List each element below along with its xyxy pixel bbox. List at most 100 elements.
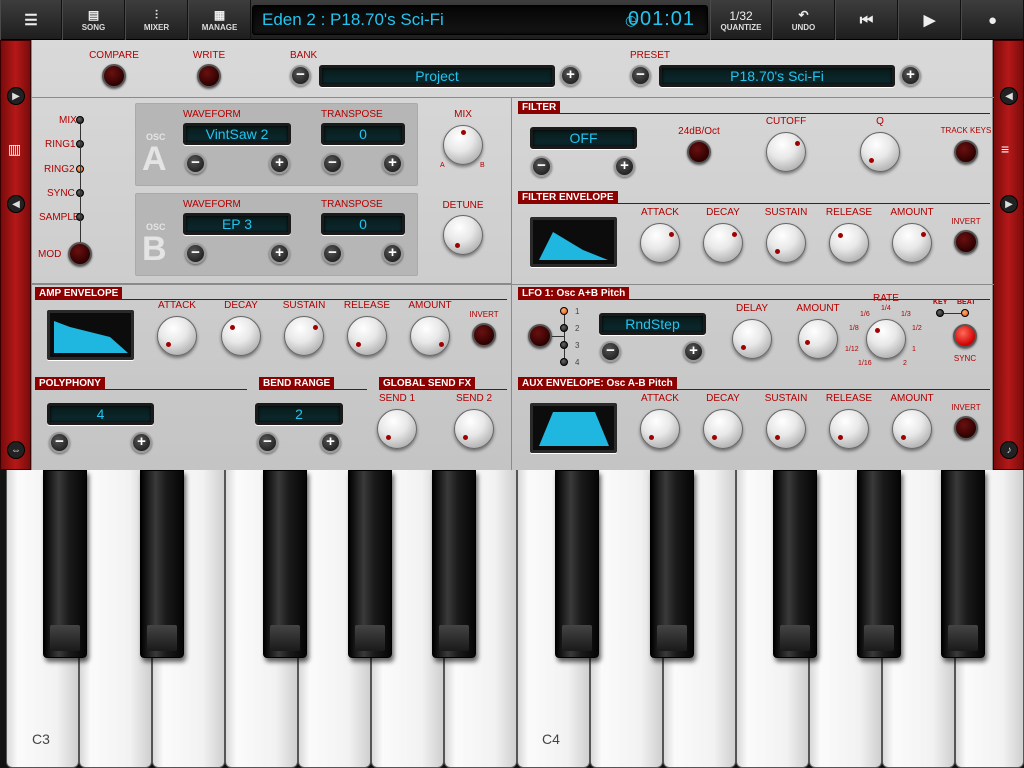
filter-attack-knob[interactable] xyxy=(640,223,680,263)
bend-range-plus[interactable]: + xyxy=(320,432,341,453)
bank-display[interactable]: Project xyxy=(319,65,555,87)
aux-invert-button[interactable] xyxy=(954,416,978,440)
amp-invert-button[interactable] xyxy=(472,323,496,347)
song-button[interactable]: ▤ SONG xyxy=(62,0,125,40)
bend-range-minus[interactable]: − xyxy=(257,432,278,453)
lfo-delay-knob[interactable] xyxy=(732,319,772,359)
lfo-rate-knob[interactable] xyxy=(866,319,906,359)
amp-env-display[interactable] xyxy=(47,310,134,360)
polyphony-display[interactable]: 4 xyxy=(47,403,154,425)
osc-b-waveform-minus[interactable]: − xyxy=(185,243,206,264)
lfo-select-button[interactable] xyxy=(528,324,552,348)
polyphony-minus[interactable]: − xyxy=(49,432,70,453)
aux-decay-knob[interactable] xyxy=(703,409,743,449)
preset-plus-button[interactable]: + xyxy=(900,65,921,86)
preset-display[interactable]: P18.70's Sci-Fi xyxy=(659,65,895,87)
polyphony-plus[interactable]: + xyxy=(131,432,152,453)
black-key[interactable] xyxy=(857,470,901,658)
bend-range-display[interactable]: 2 xyxy=(255,403,343,425)
filter-invert-button[interactable] xyxy=(954,230,978,254)
filter-mode-plus[interactable]: + xyxy=(614,156,635,177)
write-button[interactable] xyxy=(197,64,221,88)
black-key[interactable] xyxy=(941,470,985,658)
mod-button[interactable] xyxy=(68,242,92,266)
undo-button[interactable]: ↶ UNDO xyxy=(772,0,835,40)
black-key[interactable] xyxy=(650,470,694,658)
next-arrow-icon[interactable]: ▶ xyxy=(1000,195,1018,213)
osc-a-transpose-plus[interactable]: + xyxy=(382,153,403,174)
black-key[interactable] xyxy=(555,470,599,658)
bank-plus-button[interactable]: + xyxy=(560,65,581,86)
osc-a-waveform-display[interactable]: VintSaw 2 xyxy=(183,123,291,145)
aux-attack-knob[interactable] xyxy=(640,409,680,449)
quantize-button[interactable]: 1/32 QUANTIZE xyxy=(710,0,772,40)
amp-release-knob[interactable] xyxy=(347,316,387,356)
q-knob[interactable] xyxy=(860,132,900,172)
aux-env-display[interactable] xyxy=(530,403,617,453)
lfo-amount-knob[interactable] xyxy=(798,319,838,359)
black-key[interactable] xyxy=(140,470,184,658)
detune-knob[interactable] xyxy=(443,215,483,255)
play-button[interactable]: ▶ xyxy=(898,0,961,40)
osc-b-waveform-plus[interactable]: + xyxy=(269,243,290,264)
next-arrow-icon[interactable]: ▶ xyxy=(7,87,25,105)
lfo-slot-2-led[interactable] xyxy=(560,324,568,332)
filter-release-knob[interactable] xyxy=(829,223,869,263)
list-icon[interactable]: ≡ xyxy=(1001,141,1009,157)
rewind-button[interactable]: ⏮ xyxy=(835,0,898,40)
osc-b-waveform-display[interactable]: EP 3 xyxy=(183,213,291,235)
mix-knob[interactable] xyxy=(443,125,483,165)
osc-b-transpose-minus[interactable]: − xyxy=(322,243,343,264)
black-key[interactable] xyxy=(773,470,817,658)
black-key[interactable] xyxy=(432,470,476,658)
lcd-display[interactable]: Eden 2 : P18.70's Sci-Fi ◷ 001:01 xyxy=(252,5,708,35)
osc-b-transpose-plus[interactable]: + xyxy=(382,243,403,264)
filter-mode-minus[interactable]: − xyxy=(531,156,552,177)
black-key[interactable] xyxy=(348,470,392,658)
filter-slope-button[interactable] xyxy=(687,140,711,164)
amp-decay-knob[interactable] xyxy=(221,316,261,356)
note-icon[interactable]: ♪ xyxy=(1000,441,1018,459)
cutoff-knob[interactable] xyxy=(766,132,806,172)
send2-knob[interactable] xyxy=(454,409,494,449)
menu-button[interactable]: ☰ xyxy=(0,0,62,40)
mod-mix-led[interactable] xyxy=(76,116,84,124)
prev-arrow-icon[interactable]: ◀ xyxy=(1000,87,1018,105)
osc-a-transpose-minus[interactable]: − xyxy=(322,153,343,174)
osc-a-transpose-display[interactable]: 0 xyxy=(321,123,405,145)
lfo-slot-3-led[interactable] xyxy=(560,341,568,349)
lfo-slot-1-led[interactable] xyxy=(560,307,568,315)
lfo-wave-plus[interactable]: + xyxy=(683,341,704,362)
lfo-slot-4-led[interactable] xyxy=(560,358,568,366)
expand-icon[interactable]: ⇔ xyxy=(7,441,25,459)
amp-amount-knob[interactable] xyxy=(410,316,450,356)
lfo-beat-led[interactable] xyxy=(961,309,969,317)
filter-amount-knob[interactable] xyxy=(892,223,932,263)
osc-a-waveform-minus[interactable]: − xyxy=(185,153,206,174)
lfo-sync-button[interactable] xyxy=(953,324,977,348)
track-keys-button[interactable] xyxy=(954,140,978,164)
mixer-button[interactable]: ⫶ MIXER xyxy=(125,0,188,40)
black-key[interactable] xyxy=(43,470,87,658)
compare-button[interactable] xyxy=(102,64,126,88)
aux-amount-knob[interactable] xyxy=(892,409,932,449)
filter-env-display[interactable] xyxy=(530,217,617,267)
aux-release-knob[interactable] xyxy=(829,409,869,449)
filter-decay-knob[interactable] xyxy=(703,223,743,263)
preset-minus-button[interactable]: − xyxy=(630,65,651,86)
amp-attack-knob[interactable] xyxy=(157,316,197,356)
filter-sustain-knob[interactable] xyxy=(766,223,806,263)
prev-arrow-icon[interactable]: ◀ xyxy=(7,195,25,213)
manage-button[interactable]: ▦ MANAGE xyxy=(188,0,251,40)
keyboard-icon[interactable]: ▥ xyxy=(8,141,21,158)
lfo-wave-minus[interactable]: − xyxy=(600,341,621,362)
bank-minus-button[interactable]: − xyxy=(290,65,311,86)
osc-a-waveform-plus[interactable]: + xyxy=(269,153,290,174)
black-key[interactable] xyxy=(263,470,307,658)
amp-sustain-knob[interactable] xyxy=(284,316,324,356)
send1-knob[interactable] xyxy=(377,409,417,449)
aux-sustain-knob[interactable] xyxy=(766,409,806,449)
lfo-key-led[interactable] xyxy=(936,309,944,317)
lfo-wave-display[interactable]: RndStep xyxy=(599,313,706,335)
record-button[interactable]: ● xyxy=(961,0,1024,40)
